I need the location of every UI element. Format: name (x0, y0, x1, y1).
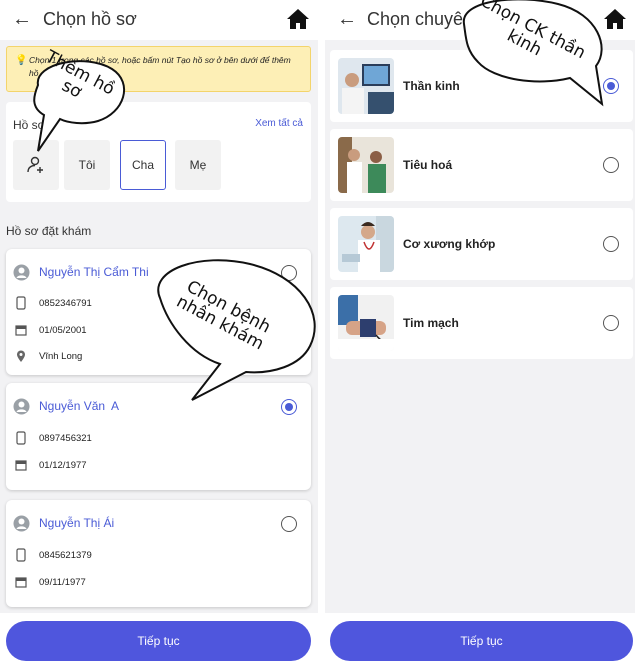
patient-address-row: Vĩnh Long (15, 349, 82, 363)
patient-name: Nguyễn Văn A (39, 399, 120, 413)
calendar-icon (15, 323, 27, 337)
location-pin-icon (15, 349, 27, 363)
patient-dob: 09/11/1977 (39, 576, 86, 588)
profile-section: Hồ sơ Xem tất cả Tôi Cha Mẹ (6, 102, 311, 202)
neurology-photo (338, 58, 394, 114)
avatar-icon (13, 515, 30, 532)
specialty-name: Thần kinh (403, 79, 460, 93)
specialty-radio-selected[interactable] (603, 78, 619, 94)
patient-card[interactable]: Nguyễn Thị Ái 0845621379 09/11/1977 (6, 500, 311, 607)
calendar-icon (15, 458, 27, 472)
profile-button-me[interactable]: Mẹ (175, 140, 221, 190)
profiles-label: Hồ sơ (13, 118, 46, 132)
see-all-link[interactable]: Xem tất cả (255, 118, 303, 129)
lightbulb-icon: 💡 (15, 55, 28, 66)
patient-phone-row: 0845621379 (15, 548, 92, 562)
specialty-name: Tim mạch (403, 316, 459, 330)
patient-phone-row: 0897456321 (15, 431, 92, 445)
specialty-name: Cơ xương khớp (403, 237, 496, 251)
specialty-item[interactable]: Cơ xương khớp (330, 208, 633, 280)
footer-bar: Tiếp tục (0, 613, 318, 671)
phone-icon (15, 548, 27, 562)
specialty-radio[interactable] (603, 315, 619, 331)
back-arrow-icon[interactable]: ← (12, 8, 32, 31)
patient-dob-row: 09/11/1977 (15, 575, 86, 589)
phone-icon (15, 296, 27, 310)
avatar-icon (13, 264, 30, 281)
avatar-icon (13, 398, 30, 415)
patient-dob-row: 01/12/1977 (15, 458, 87, 472)
continue-button[interactable]: Tiếp tục (330, 621, 633, 661)
home-icon[interactable] (603, 8, 627, 30)
patient-name: Nguyễn Thị Ái (39, 516, 115, 530)
patient-phone: 0845621379 (39, 549, 92, 561)
patient-dob: 01/12/1977 (39, 459, 87, 471)
patient-radio-selected[interactable] (281, 399, 297, 415)
patient-dob-row: 01/05/2001 (15, 323, 87, 337)
specialty-radio[interactable] (603, 157, 619, 173)
page-title: Chọn hồ sơ (43, 9, 137, 29)
patient-phone: 0852346791 (39, 297, 92, 309)
add-profile-button[interactable] (13, 140, 59, 190)
footer-bar: Tiếp tục (325, 613, 635, 671)
patient-radio[interactable] (281, 516, 297, 532)
cardiology-photo (338, 295, 394, 351)
home-icon[interactable] (286, 8, 310, 30)
phone-icon (15, 431, 27, 445)
specialty-item[interactable]: Thần kinh (330, 50, 633, 122)
choose-specialty-screen: ← Chọn chuyên khoa Thần kinh Tiêu hoá Cơ… (325, 0, 635, 671)
patient-card[interactable]: Nguyễn Thị Cẩm Thi 0852346791 01/05/2001… (6, 249, 311, 375)
patient-phone: 0897456321 (39, 432, 92, 444)
gastroenterology-photo (338, 137, 394, 193)
patient-card[interactable]: Nguyễn Văn A 0897456321 01/12/1977 (6, 383, 311, 490)
specialty-radio[interactable] (603, 236, 619, 252)
patient-dob: 01/05/2001 (39, 324, 87, 336)
patients-title: Hồ sơ đặt khám (6, 224, 92, 238)
profile-button-cha[interactable]: Cha (120, 140, 166, 190)
calendar-icon (15, 575, 27, 589)
profile-button-toi[interactable]: Tôi (64, 140, 110, 190)
specialty-name: Tiêu hoá (403, 158, 453, 172)
specialty-item[interactable]: Tiêu hoá (330, 129, 633, 201)
patient-radio[interactable] (281, 265, 297, 281)
patient-name: Nguyễn Thị Cẩm Thi (39, 265, 149, 279)
orthopedics-photo (338, 216, 394, 272)
back-arrow-icon[interactable]: ← (337, 8, 357, 31)
patient-phone-row: 0852346791 (15, 296, 92, 310)
add-user-icon (27, 156, 43, 173)
continue-button[interactable]: Tiếp tục (6, 621, 311, 661)
specialty-item[interactable]: Tim mạch (330, 287, 633, 359)
choose-profile-screen: ← Chọn hồ sơ 💡 Chọn 1 trong các hồ sơ, h… (0, 0, 318, 671)
app-header: ← Chọn hồ sơ (0, 0, 318, 40)
patient-address: Vĩnh Long (39, 350, 83, 362)
